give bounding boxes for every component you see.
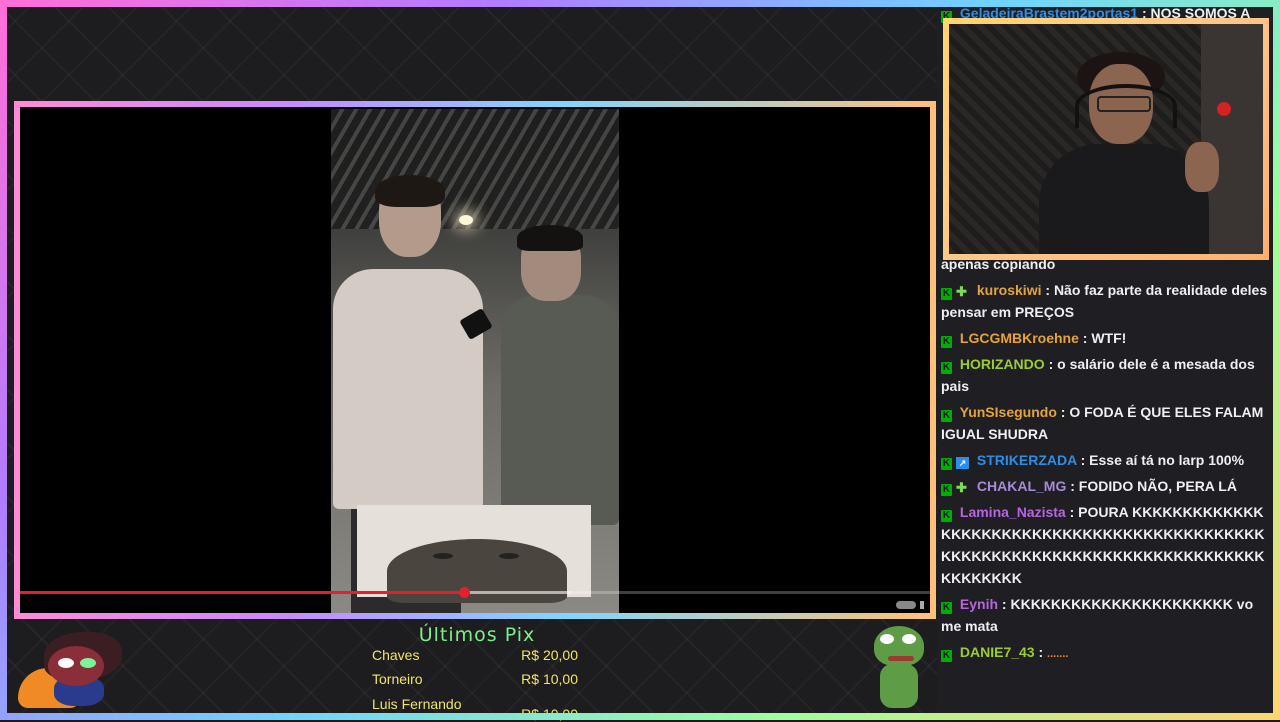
mascot-face [48,646,104,686]
streamer-hand [1185,142,1219,192]
video-progress-fill [20,591,465,594]
person-right-body [501,295,619,525]
mod-badge-icon: K [941,484,952,496]
chat-separator: : [1070,478,1079,494]
chat-message: K ✚ kuroskiwi : Não faz parte da realidad… [941,279,1271,323]
chat-username[interactable]: STRIKERZADA [977,452,1077,468]
subscriber-badge-icon: ✚ [956,480,967,495]
pepe-head [874,626,924,666]
pix-widget-title: Últimos Pix [418,624,536,646]
mod-badge-icon: K [941,410,952,422]
chat-text: FODIDO NÃO, PERA LÁ [1078,478,1237,494]
pepe-mouth [888,656,914,661]
streamer-body [1039,144,1209,254]
chat-username[interactable]: CHAKAL_MG [977,478,1066,494]
chat-username[interactable]: YunSIsegundo [960,404,1057,420]
chat-separator: : [1038,644,1048,660]
mod-badge-icon: K [941,288,952,300]
autoplay-toggle-icon[interactable] [896,601,916,609]
chat-username[interactable]: kuroskiwi [977,282,1042,298]
person-right-hair [517,225,583,251]
webcam-wall [1201,24,1263,254]
pix-entry-name: Luis Fernando [372,696,462,712]
pix-entry-amount: R$ 20,00 [521,647,578,663]
chat-separator: : [1080,452,1090,468]
chat-text: Esse aí tá no larp 100% [1089,452,1245,468]
mod-badge-icon: K [941,510,952,522]
video-buffer-bar [464,591,571,594]
chat-message: K YunSIsegundo : O FODA É QUE ELES FALAM… [941,401,1271,445]
chat-message: K HORIZANDO : o salário dele é a mesada … [941,353,1271,397]
prime-badge-icon: ↗ [956,457,969,469]
chat-message: K Eynih : KKKKKKKKKKKKKKKKKKKKKK vo me m… [941,593,1271,637]
pix-entry-name: Chaves [372,647,420,663]
player-menu-icon[interactable] [920,601,924,609]
chat-separator: : [1048,356,1058,372]
cat-overlay-image [357,505,591,603]
cat-eye-left [433,553,453,559]
webcam-feed [949,24,1263,254]
pix-entry: Luis Fernando R$ 10,00 [372,696,578,722]
subscriber-badge-icon: ✚ [956,284,967,299]
person-left-hair [375,175,445,207]
mod-badge-icon: K [941,458,952,470]
mascot-eye-right [80,658,96,668]
chat-text: ....... [1047,648,1069,660]
chat-message: K ↗ STRIKERZADA : Esse aí tá no larp 100% [941,449,1271,471]
pepe-eye-left [880,634,894,644]
mod-badge-icon: K [941,602,952,614]
chat-message: K Lamina_Nazista : POURA KKKKKKKKKKKKKKK… [941,501,1271,589]
video-scrubber-knob[interactable] [459,587,471,598]
chat-username[interactable]: DANIE7_43 [960,644,1035,660]
mod-badge-icon: K [941,362,952,374]
pix-entry-amount: R$ 10,00 [521,671,578,687]
pepe-eye-right [902,634,916,644]
chat-message: K DANIE7_43 : ....... [941,641,1271,665]
mod-badge-icon: K [941,650,952,662]
webcam-red-figure [1217,102,1231,116]
chat-text: WTF! [1091,330,1127,346]
chat-username[interactable]: Lamina_Nazista [960,504,1066,520]
person-left-body [333,269,483,509]
webcam-frame [943,18,1269,260]
pepe-frog-icon [870,626,928,712]
mod-badge-icon: K [941,336,952,348]
cat-eye-right [499,553,519,559]
video-player[interactable] [20,107,930,613]
video-progress-bar[interactable] [20,587,930,598]
streamer-glasses [1097,96,1151,112]
pix-entry-name: Torneiro [372,671,423,687]
chat-separator: : [1069,504,1079,520]
pepe-body [880,664,918,708]
pix-entry: Chaves R$ 20,00 [372,647,578,669]
chat-username[interactable]: LGCGMBKroehne [960,330,1079,346]
video-content [331,109,619,613]
chat-username[interactable]: HORIZANDO [960,356,1045,372]
mascot-eye-left [58,658,74,668]
chat-username[interactable]: Eynih [960,596,998,612]
mascot-character-icon [14,626,124,708]
chat-separator: : [1045,282,1054,298]
chat-message: K LGCGMBKroehne : WTF! [941,327,1271,349]
chat-message: K ✚ CHAKAL_MG : FODIDO NÃO, PERA LÁ [941,475,1271,497]
pix-entry: Torneiro R$ 10,00 [372,671,578,693]
